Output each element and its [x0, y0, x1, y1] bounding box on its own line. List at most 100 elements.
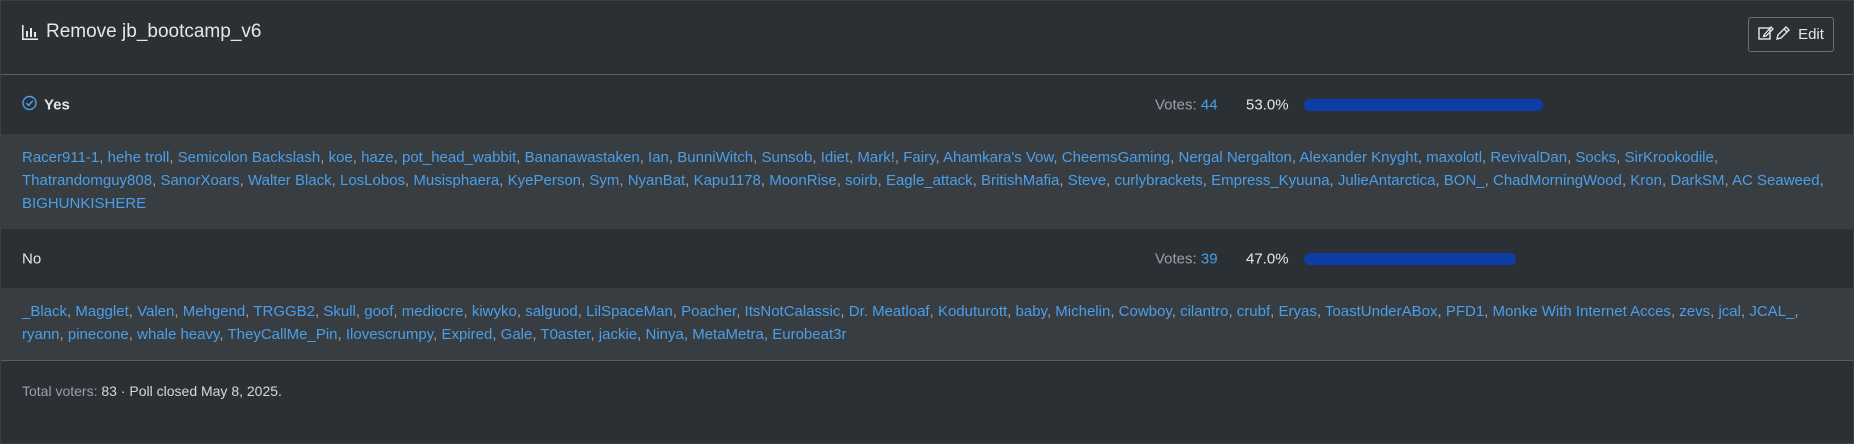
voter-link[interactable]: curlybrackets	[1114, 172, 1202, 189]
voter-link[interactable]: Ian	[648, 149, 669, 166]
voter-link[interactable]: hehe troll	[108, 149, 170, 166]
voter-link[interactable]: haze	[361, 149, 394, 166]
voter-link[interactable]: Ninya	[646, 326, 684, 343]
voter-link[interactable]: PFD1	[1446, 303, 1484, 320]
voter-link[interactable]: baby	[1016, 303, 1047, 320]
voter-link[interactable]: Nergal Nergalton	[1178, 149, 1291, 166]
voter-link[interactable]: cilantro	[1180, 303, 1228, 320]
voter-link[interactable]: kiwyko	[472, 303, 517, 320]
voter-link[interactable]: Ahamkara's Vow	[943, 149, 1053, 166]
voter-link[interactable]: salguod	[525, 303, 578, 320]
voter-link[interactable]: zevs	[1679, 303, 1710, 320]
voter-link[interactable]: MetaMetra	[692, 326, 764, 343]
voter-link[interactable]: LosLobos	[340, 172, 405, 189]
voter-separator: ,	[1794, 303, 1799, 320]
voter-link[interactable]: pinecone	[68, 326, 129, 343]
voter-link[interactable]: KyePerson	[508, 172, 581, 189]
voter-link[interactable]: Kapu1178	[694, 172, 761, 189]
voter-link[interactable]: Poacher	[681, 303, 736, 320]
votes-count[interactable]: 44	[1201, 96, 1218, 113]
option-progress-fill	[1304, 98, 1543, 111]
voter-list: Racer911-1, hehe troll, Semicolon Backsl…	[1, 134, 1853, 229]
voter-separator: ,	[355, 303, 365, 320]
voter-separator: ,	[1435, 172, 1444, 189]
voter-link[interactable]: ryann	[22, 326, 60, 343]
voter-link[interactable]: MoonRise	[769, 172, 837, 189]
edit-button[interactable]: Edit	[1748, 17, 1834, 52]
voter-link[interactable]: Koduturott	[938, 303, 1007, 320]
voter-link[interactable]: mediocre	[402, 303, 464, 320]
voter-link[interactable]: NyanBat	[628, 172, 686, 189]
voter-link[interactable]: AC Seaweed	[1732, 172, 1820, 189]
voter-link[interactable]: Monke With Internet Acces	[1493, 303, 1671, 320]
voter-link[interactable]: Musisphaera	[413, 172, 499, 189]
voter-link[interactable]: koe	[329, 149, 353, 166]
voter-link[interactable]: Idiet	[821, 149, 849, 166]
voter-link[interactable]: Walter Black	[248, 172, 332, 189]
option-progress-fill	[1304, 252, 1516, 265]
voter-link[interactable]: JulieAntarctica	[1338, 172, 1436, 189]
voter-link[interactable]: SanorXoars	[160, 172, 239, 189]
voter-link[interactable]: pot_head_wabbit	[402, 149, 516, 166]
voter-link[interactable]: Ilovescrumpy	[346, 326, 433, 343]
voter-link[interactable]: Valen	[137, 303, 174, 320]
voter-link[interactable]: Eurobeat3r	[772, 326, 846, 343]
voter-link[interactable]: Kron	[1630, 172, 1662, 189]
voter-link[interactable]: Eryas	[1279, 303, 1317, 320]
voter-link[interactable]: ChadMorningWood	[1493, 172, 1622, 189]
voter-link[interactable]: SirKrookodile	[1625, 149, 1714, 166]
voter-link[interactable]: TheyCallMe_Pin	[227, 326, 337, 343]
voter-link[interactable]: Sunsob	[761, 149, 812, 166]
voter-link[interactable]: ToastUnderABox	[1325, 303, 1438, 320]
voter-link[interactable]: jackie	[599, 326, 637, 343]
voter-link[interactable]: Racer911-1	[22, 149, 99, 166]
voter-separator: ,	[929, 303, 938, 320]
voter-link[interactable]: Expired	[441, 326, 492, 343]
voter-link[interactable]: CheemsGaming	[1062, 149, 1170, 166]
voter-link[interactable]: TRGGB2	[253, 303, 315, 320]
voter-link[interactable]: Skull	[323, 303, 356, 320]
voter-link[interactable]: Alexander Knyght	[1299, 149, 1417, 166]
voter-link[interactable]: jcal	[1718, 303, 1741, 320]
voter-link[interactable]: Semicolon Backslash	[178, 149, 321, 166]
voter-link[interactable]: RevivalDan	[1490, 149, 1567, 166]
total-voters-label: Total voters:	[22, 383, 98, 399]
voter-link[interactable]: BunniWitch	[677, 149, 753, 166]
voter-link[interactable]: BritishMafia	[981, 172, 1059, 189]
voter-link[interactable]: Thatrandomguy808	[22, 172, 152, 189]
voter-link[interactable]: Sym	[589, 172, 619, 189]
voter-link[interactable]: Eagle_attack	[886, 172, 973, 189]
total-voters-value: 83	[101, 383, 117, 399]
voter-link[interactable]: Michelin	[1055, 303, 1110, 320]
voter-link[interactable]: Dr. Meatloaf	[849, 303, 930, 320]
voter-separator: ,	[672, 303, 682, 320]
voter-link[interactable]: JCAL_	[1749, 303, 1794, 320]
voter-link[interactable]: Gale	[501, 326, 533, 343]
voter-link[interactable]: Socks	[1575, 149, 1616, 166]
voter-link[interactable]: Mark!	[857, 149, 895, 166]
voter-link[interactable]: soirb	[845, 172, 878, 189]
voter-link[interactable]: Cowboy	[1119, 303, 1172, 320]
voter-link[interactable]: maxolotl	[1426, 149, 1482, 166]
voter-link[interactable]: BIGHUNKISHERE	[22, 195, 146, 212]
voter-link[interactable]: Steve	[1068, 172, 1106, 189]
voter-link[interactable]: Fairy	[903, 149, 935, 166]
votes-prefix: Votes:	[1155, 250, 1201, 267]
voter-separator: ,	[894, 149, 904, 166]
voter-separator: ,	[590, 326, 599, 343]
voter-link[interactable]: _Black	[22, 303, 67, 320]
voter-link[interactable]: BON_	[1444, 172, 1485, 189]
votes-count[interactable]: 39	[1201, 250, 1218, 267]
voter-link[interactable]: Mehgend	[183, 303, 246, 320]
voter-link[interactable]: Bananawastaken	[525, 149, 640, 166]
voter-link[interactable]: DarkSM	[1670, 172, 1724, 189]
voter-link[interactable]: whale heavy	[137, 326, 219, 343]
voter-link[interactable]: crubf	[1237, 303, 1270, 320]
voter-link[interactable]: Empress_Kyuuna	[1211, 172, 1329, 189]
voter-separator: ,	[239, 172, 248, 189]
voter-link[interactable]: ItsNotCalassic	[745, 303, 841, 320]
voter-link[interactable]: goof	[364, 303, 393, 320]
voter-link[interactable]: T0aster	[540, 326, 590, 343]
voter-link[interactable]: Magglet	[75, 303, 128, 320]
voter-link[interactable]: LilSpaceMan	[586, 303, 673, 320]
